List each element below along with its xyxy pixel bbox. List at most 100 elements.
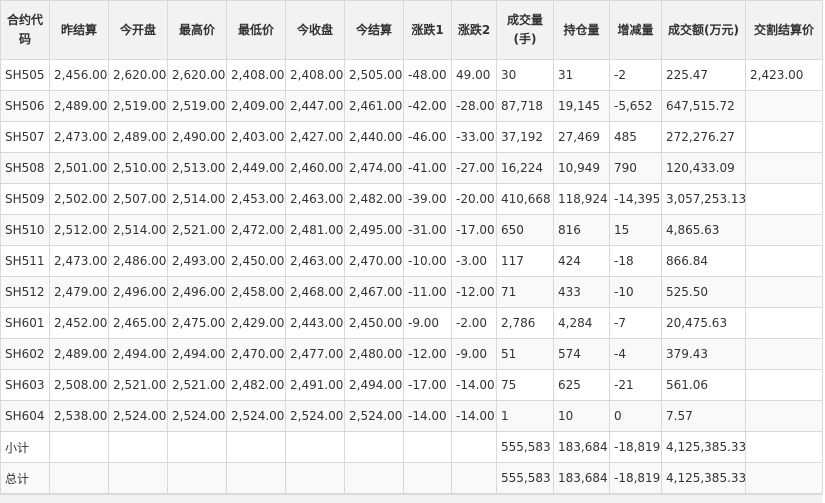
table-cell: 2,786 [496, 307, 554, 339]
table-cell: 561.06 [661, 369, 746, 401]
table-cell: 2,463.00 [285, 245, 345, 277]
table-cell: 2,450.00 [344, 307, 404, 339]
table-cell: 3,057,253.13 [661, 183, 746, 215]
table-cell: 2,519.00 [108, 90, 168, 122]
table-cell [745, 214, 823, 246]
table-cell: 75 [496, 369, 554, 401]
table-cell: -48.00 [403, 59, 452, 91]
table-cell: 4,865.63 [661, 214, 746, 246]
table-cell: 4,125,385.33 [661, 462, 746, 494]
table-cell: 2,514.00 [108, 214, 168, 246]
table-cell: 2,460.00 [285, 152, 345, 184]
table-cell: 2,409.00 [226, 90, 286, 122]
table-cell: 555,583 [496, 462, 554, 494]
table-cell [344, 462, 404, 494]
table-cell: 30 [496, 59, 554, 91]
table-cell [344, 431, 404, 463]
table-cell: 2,472.00 [226, 214, 286, 246]
column-header: 今收盘 [285, 0, 345, 60]
table-cell: 0 [609, 400, 662, 432]
table-cell [745, 276, 823, 308]
table-cell: 2,475.00 [167, 307, 227, 339]
table-cell: -14.00 [403, 400, 452, 432]
table-cell: 10,949 [553, 152, 610, 184]
table-cell: 647,515.72 [661, 90, 746, 122]
table-cell: 27,469 [553, 121, 610, 153]
table-cell: -11.00 [403, 276, 452, 308]
table-cell [745, 152, 823, 184]
table-cell: 2,508.00 [49, 369, 109, 401]
table-cell: 2,513.00 [167, 152, 227, 184]
table-cell: 2,505.00 [344, 59, 404, 91]
table-cell: SH604 [0, 400, 50, 432]
table-cell: 2,482.00 [344, 183, 404, 215]
table-cell: -14.00 [451, 400, 497, 432]
table-cell [451, 431, 497, 463]
table-cell: 2,495.00 [344, 214, 404, 246]
table-cell: 2,481.00 [285, 214, 345, 246]
table-cell [49, 462, 109, 494]
table-cell: 2,620.00 [167, 59, 227, 91]
table-cell: 2,524.00 [285, 400, 345, 432]
table-cell: -9.00 [451, 338, 497, 370]
table-cell: 2,494.00 [108, 338, 168, 370]
table-cell: 379.43 [661, 338, 746, 370]
table-cell [226, 462, 286, 494]
table-cell: 650 [496, 214, 554, 246]
table-cell: 555,583 [496, 431, 554, 463]
table-cell: -41.00 [403, 152, 452, 184]
table-cell: -17.00 [451, 214, 497, 246]
table-cell: 574 [553, 338, 610, 370]
table-cell: -46.00 [403, 121, 452, 153]
table-cell: 总计 [0, 462, 50, 494]
table-cell [745, 462, 823, 494]
table-cell [745, 431, 823, 463]
table-cell: 2,524.00 [108, 400, 168, 432]
table-cell: 2,461.00 [344, 90, 404, 122]
table-cell: 2,521.00 [108, 369, 168, 401]
table-cell [451, 462, 497, 494]
table-row: 小计 555,583 183,684 -18,819 4,125,385.33 [0, 431, 823, 463]
table-cell: 71 [496, 276, 554, 308]
table-cell: 2,427.00 [285, 121, 345, 153]
table-cell: 2,429.00 [226, 307, 286, 339]
table-cell [745, 338, 823, 370]
column-header: 持仓量 [553, 0, 610, 60]
table-cell: 49.00 [451, 59, 497, 91]
table-cell: 2,474.00 [344, 152, 404, 184]
column-header: 最高价 [167, 0, 227, 60]
table-cell: 2,489.00 [49, 338, 109, 370]
table-cell [108, 431, 168, 463]
table-cell: SH510 [0, 214, 50, 246]
table-row: SH507 2,473.00 2,489.00 2,490.00 2,403.00 2,4… [0, 121, 823, 153]
table-cell: 2,496.00 [167, 276, 227, 308]
table-cell: 2,443.00 [285, 307, 345, 339]
table-cell: SH602 [0, 338, 50, 370]
table-cell: SH505 [0, 59, 50, 91]
column-header: 涨跌2 [451, 0, 497, 60]
table-cell: SH511 [0, 245, 50, 277]
table-cell: SH509 [0, 183, 50, 215]
table-cell [167, 431, 227, 463]
table-cell: 183,684 [553, 431, 610, 463]
table-cell: 19,145 [553, 90, 610, 122]
header-row: 合约代码 昨结算 今开盘 最高价 最低价 今收盘 今结算 涨跌1 涨跌2 成交量(手) 持仓量 增减量… [0, 0, 823, 60]
table-cell: 2,408.00 [285, 59, 345, 91]
table-cell: 2,514.00 [167, 183, 227, 215]
table-cell: -28.00 [451, 90, 497, 122]
table-cell: 272,276.27 [661, 121, 746, 153]
table-cell: 625 [553, 369, 610, 401]
table-cell: -20.00 [451, 183, 497, 215]
table-cell: 2,620.00 [108, 59, 168, 91]
table-cell: 51 [496, 338, 554, 370]
table-cell: 2,519.00 [167, 90, 227, 122]
table-cell: 120,433.09 [661, 152, 746, 184]
table-body: SH505 2,456.00 2,620.00 2,620.00 2,408.00 2,4… [0, 59, 823, 494]
table-cell: 2,473.00 [49, 121, 109, 153]
table-cell: 2,524.00 [167, 400, 227, 432]
table-cell: 118,924 [553, 183, 610, 215]
table-cell: -42.00 [403, 90, 452, 122]
table-cell: 2,494.00 [167, 338, 227, 370]
table-row: SH508 2,501.00 2,510.00 2,513.00 2,449.00 2,4… [0, 152, 823, 184]
table-cell: SH603 [0, 369, 50, 401]
